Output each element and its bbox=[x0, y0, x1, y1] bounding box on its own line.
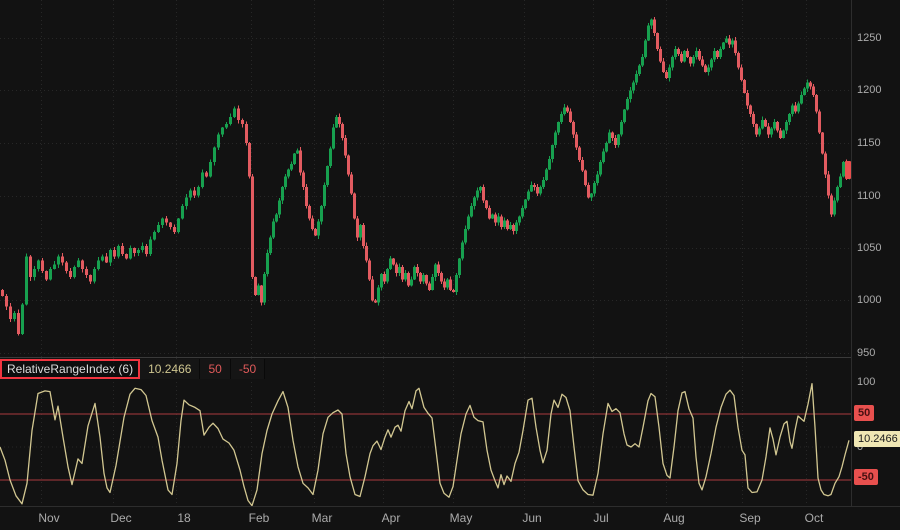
price-pane[interactable] bbox=[0, 0, 852, 358]
price-axis-label: 1100 bbox=[857, 189, 881, 203]
price-scale-border bbox=[851, 0, 852, 506]
time-axis-label: May bbox=[450, 511, 473, 525]
indicator-lower-band-value: -50 bbox=[231, 359, 265, 379]
indicator-pane[interactable] bbox=[0, 358, 852, 506]
time-axis-label: Mar bbox=[312, 511, 333, 525]
time-axis-label: Nov bbox=[38, 511, 59, 525]
indicator-upper-band-value: 50 bbox=[200, 359, 230, 379]
time-axis-label: Dec bbox=[110, 511, 131, 525]
time-axis-label: Sep bbox=[739, 511, 760, 525]
price-axis-label: 950 bbox=[857, 346, 875, 360]
last-price-marker bbox=[845, 161, 851, 179]
osc-upper-badge: 50 bbox=[854, 405, 874, 421]
price-axis-label: 1050 bbox=[857, 241, 881, 255]
time-axis-label: Aug bbox=[663, 511, 684, 525]
price-axis-label: 1150 bbox=[857, 136, 881, 150]
trading-chart-window: 12501200115011001050100095010005010.2466… bbox=[0, 0, 900, 530]
osc-value-badge: 10.2466 bbox=[854, 431, 900, 447]
indicator-value: 10.2466 bbox=[140, 359, 200, 379]
time-axis-label: Apr bbox=[382, 511, 401, 525]
time-axis-label: Feb bbox=[249, 511, 270, 525]
time-axis-label: Oct bbox=[805, 511, 824, 525]
indicator-axis-label: 100 bbox=[857, 375, 875, 389]
indicator-legend: RelativeRangeIndex (6) 10.2466 50 -50 bbox=[0, 359, 265, 379]
price-axis-label: 1250 bbox=[857, 31, 881, 45]
time-axis-label: 18 bbox=[177, 511, 190, 525]
indicator-title[interactable]: RelativeRangeIndex (6) bbox=[0, 359, 140, 379]
osc-lower-badge: -50 bbox=[854, 469, 878, 485]
time-axis-label: Jul bbox=[593, 511, 608, 525]
price-axis-label: 1200 bbox=[857, 83, 881, 97]
time-axis-label: Jun bbox=[522, 511, 541, 525]
time-scale-border bbox=[0, 506, 900, 507]
pane-separator[interactable] bbox=[0, 357, 852, 358]
price-axis-label: 1000 bbox=[857, 293, 881, 307]
